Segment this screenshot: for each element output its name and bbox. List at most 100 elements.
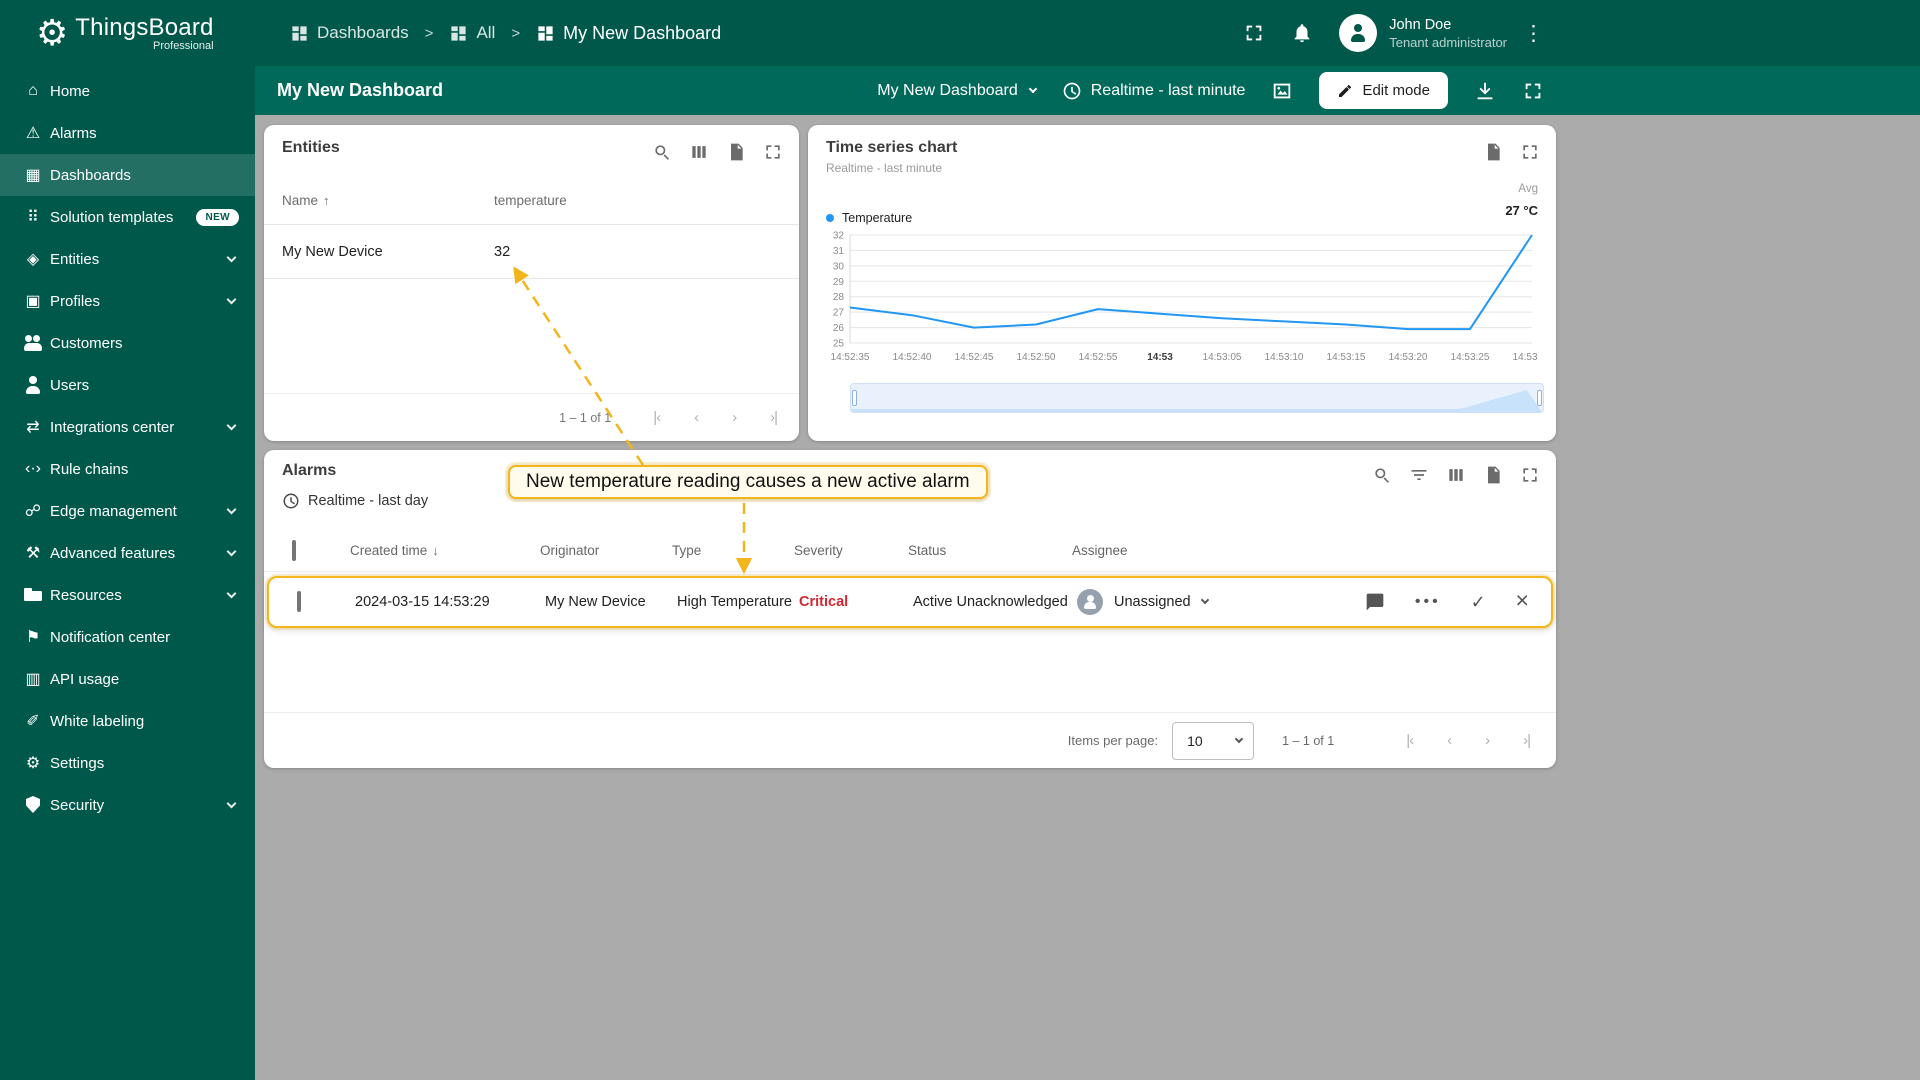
- column-header-temperature[interactable]: temperature: [494, 193, 799, 208]
- column-created-time[interactable]: Created time ↓: [350, 543, 540, 558]
- sidebar-item-users[interactable]: Users: [0, 364, 255, 406]
- first-page-button[interactable]: |‹: [653, 409, 661, 426]
- edit-mode-button[interactable]: Edit mode: [1319, 72, 1448, 109]
- image-gallery-icon[interactable]: [1271, 80, 1293, 102]
- sidebar-item-settings[interactable]: ⚙ Settings: [0, 742, 255, 784]
- chevron-down-icon: [1028, 84, 1037, 93]
- sidebar-item-notification-center[interactable]: ⚑ Notification center: [0, 616, 255, 658]
- clear-alarm-icon[interactable]: ×: [1516, 589, 1529, 612]
- sidebar-item-advanced-features[interactable]: ⚒ Advanced features: [0, 532, 255, 574]
- fullscreen-icon[interactable]: [763, 142, 783, 162]
- next-page-button[interactable]: ›: [1485, 732, 1490, 749]
- export-icon[interactable]: [1483, 142, 1503, 162]
- column-status[interactable]: Status: [908, 543, 1072, 558]
- pencil-icon: [1337, 83, 1353, 99]
- sidebar-item-home[interactable]: ⌂ Home: [0, 70, 255, 112]
- toolbar-right: My New Dashboard Realtime - last minute …: [877, 72, 1544, 109]
- column-originator[interactable]: Originator: [540, 543, 672, 558]
- download-icon[interactable]: [1474, 80, 1496, 102]
- export-icon[interactable]: [1483, 465, 1503, 485]
- items-per-page-select[interactable]: 10: [1172, 721, 1255, 760]
- sidebar-item-dashboards[interactable]: ▦ Dashboards: [0, 154, 255, 196]
- search-icon[interactable]: [1372, 465, 1392, 485]
- brand-name: ThingsBoard: [75, 14, 214, 41]
- svg-text:26: 26: [833, 323, 845, 334]
- range-selector-preview: [851, 390, 1543, 412]
- sidebar-item-security[interactable]: Security: [0, 784, 255, 826]
- agg-label: Avg: [1518, 183, 1538, 195]
- columns-icon[interactable]: [689, 142, 709, 162]
- column-type[interactable]: Type: [672, 543, 794, 558]
- timeseries-chart: 25 26 27 28 29 30 31 32 14:52:35 14:52:40 14:52:45…: [831, 231, 1538, 364]
- range-left-handle[interactable]: [852, 390, 857, 406]
- svg-text:14:53:20: 14:53:20: [1389, 352, 1428, 363]
- timeseries-widget-title: Time series chart: [826, 139, 958, 156]
- column-severity[interactable]: Severity: [794, 543, 908, 558]
- alarms-timewindow-button[interactable]: Realtime - last day: [282, 492, 428, 510]
- dashboard-selector[interactable]: My New Dashboard: [877, 82, 1037, 100]
- range-right-handle[interactable]: [1537, 390, 1542, 406]
- topbar: Dashboards > All > My New Dashboard John Doe…: [255, 0, 1920, 66]
- aggregation-block: Avg 27 °C: [1505, 183, 1538, 218]
- sidebar-item-label: Edge management: [50, 502, 177, 520]
- dashboard-toolbar: My New Dashboard My New Dashboard Realti…: [255, 66, 1920, 115]
- fullscreen-icon[interactable]: [1520, 142, 1540, 162]
- breadcrumb-item-3[interactable]: My New Dashboard: [536, 23, 721, 44]
- comment-icon[interactable]: [1365, 592, 1385, 612]
- fullscreen-icon[interactable]: [1243, 22, 1265, 44]
- sidebar-item-profiles[interactable]: ▣ Profiles: [0, 280, 255, 322]
- alarm-row-highlighted[interactable]: 2024-03-15 14:53:29 My New Device High T…: [267, 576, 1553, 628]
- row-checkbox[interactable]: [297, 591, 301, 612]
- columns-icon[interactable]: [1446, 465, 1466, 485]
- more-actions-icon[interactable]: •••: [1415, 593, 1441, 611]
- breadcrumb-item-2[interactable]: All: [449, 23, 495, 43]
- sidebar-item-label: Rule chains: [50, 460, 129, 478]
- last-page-button[interactable]: ›|: [770, 409, 778, 426]
- timeseries-widget-titles: Time series chart Realtime - last minute: [826, 139, 957, 175]
- prev-page-button[interactable]: ‹: [694, 409, 699, 426]
- sort-asc-icon: ↑: [323, 193, 330, 208]
- fullscreen-icon[interactable]: [1520, 465, 1540, 485]
- sidebar-item-rule-chains[interactable]: ‹·› Rule chains: [0, 448, 255, 490]
- topbar-right: John Doe Tenant administrator ⋮: [1217, 14, 1544, 52]
- select-all-checkbox[interactable]: [292, 539, 296, 561]
- filter-icon[interactable]: [1409, 465, 1429, 485]
- sidebar-item-edge-management[interactable]: ☍ Edge management: [0, 490, 255, 532]
- sidebar-item-customers[interactable]: Customers: [0, 322, 255, 364]
- svg-text:28: 28: [833, 292, 845, 303]
- sidebar-item-integrations-center[interactable]: ⇄ Integrations center: [0, 406, 255, 448]
- export-icon[interactable]: [726, 142, 746, 162]
- first-page-button[interactable]: |‹: [1406, 732, 1414, 749]
- dashboard-grid-icon: [290, 24, 309, 43]
- entities-icon: ◈: [26, 251, 40, 268]
- sidebar: ⚙ ThingsBoard Professional ⌂ Home ⚠ Alarms ▦…: [0, 0, 255, 1080]
- sidebar-item-solution-templates[interactable]: ⠿ Solution templates NEW: [0, 196, 255, 238]
- svg-text:25: 25: [833, 339, 845, 350]
- brand-subtitle: Professional: [153, 40, 214, 52]
- sidebar-item-alarms[interactable]: ⚠ Alarms: [0, 112, 255, 154]
- breadcrumb-item-1[interactable]: Dashboards: [290, 23, 409, 43]
- search-icon[interactable]: [652, 142, 672, 162]
- sidebar-item-resources[interactable]: Resources: [0, 574, 255, 616]
- sidebar-item-api-usage[interactable]: ▥ API usage: [0, 658, 255, 700]
- last-page-button[interactable]: ›|: [1523, 732, 1531, 749]
- next-page-button[interactable]: ›: [732, 409, 737, 426]
- notifications-bell-icon[interactable]: [1291, 22, 1313, 44]
- entities-table-row[interactable]: My New Device 32: [264, 225, 799, 279]
- sidebar-item-entities[interactable]: ◈ Entities: [0, 238, 255, 280]
- alarm-assignee-select[interactable]: Unassigned: [1077, 589, 1365, 615]
- user-avatar[interactable]: [1339, 14, 1378, 52]
- chart-range-selector[interactable]: [850, 383, 1544, 413]
- column-assignee[interactable]: Assignee: [1072, 543, 1360, 558]
- brand-logo[interactable]: ⚙ ThingsBoard Professional: [0, 0, 255, 66]
- prev-page-button[interactable]: ‹: [1447, 732, 1452, 749]
- acknowledge-icon[interactable]: ✓: [1471, 592, 1486, 613]
- timewindow-button[interactable]: Realtime - last minute: [1062, 81, 1245, 101]
- sidebar-item-white-labeling[interactable]: ✐ White labeling: [0, 700, 255, 742]
- column-header-name[interactable]: Name ↑: [282, 193, 494, 208]
- chevron-down-icon: [226, 252, 237, 263]
- chart-legend[interactable]: Temperature: [826, 211, 912, 225]
- user-menu[interactable]: John Doe Tenant administrator: [1389, 17, 1507, 50]
- fullscreen-icon[interactable]: [1522, 80, 1544, 102]
- kebab-menu-icon[interactable]: ⋮: [1523, 21, 1544, 46]
